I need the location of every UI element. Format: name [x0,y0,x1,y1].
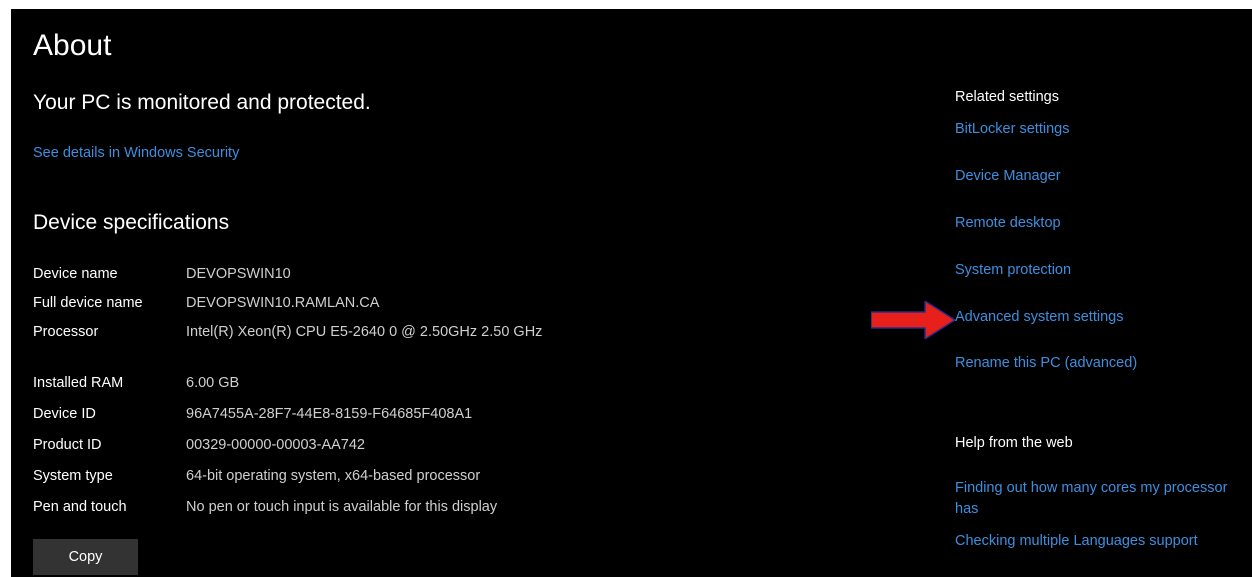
spec-value: 96A7455A-28F7-44E8-8159-F64685F408A1 [186,406,473,422]
spec-value: 64-bit operating system, x64-based proce… [186,468,481,484]
spec-value: No pen or touch input is available for t… [186,499,498,515]
advanced-system-settings-link[interactable]: Advanced system settings [955,307,1245,328]
spec-value: 6.00 GB [186,375,240,391]
spec-value: DEVOPSWIN10 [186,266,291,282]
spec-label: Full device name [33,295,143,311]
cores-help-link[interactable]: Finding out how many cores my processor … [955,478,1245,520]
help-from-web-heading: Help from the web [955,435,1073,451]
related-settings-heading: Related settings [955,89,1059,105]
system-protection-link[interactable]: System protection [955,260,1245,281]
windows-security-link[interactable]: See details in Windows Security [33,145,239,161]
bitlocker-settings-link[interactable]: BitLocker settings [955,119,1245,140]
spec-value: DEVOPSWIN10.RAMLAN.CA [186,295,380,311]
page-title: About [33,29,112,62]
spec-label: System type [33,468,113,484]
remote-desktop-link[interactable]: Remote desktop [955,213,1245,234]
spec-label: Pen and touch [33,499,127,515]
spec-label: Processor [33,324,99,340]
copy-button[interactable]: Copy [33,539,138,575]
device-specifications-title: Device specifications [33,211,230,234]
spec-label: Device ID [33,406,96,422]
device-manager-link[interactable]: Device Manager [955,166,1245,187]
settings-window: About Your PC is monitored and protected… [11,9,1252,577]
spec-value: Intel(R) Xeon(R) CPU E5-2640 0 @ 2.50GHz… [186,324,543,340]
spec-label: Product ID [33,437,102,453]
protection-status: Your PC is monitored and protected. [33,91,371,114]
rename-pc-link[interactable]: Rename this PC (advanced) [955,353,1245,374]
spec-label: Installed RAM [33,375,124,391]
spec-value: 00329-00000-00003-AA742 [186,437,365,453]
spec-label: Device name [33,266,118,282]
languages-help-link[interactable]: Checking multiple Languages support [955,531,1245,552]
red-arrow-right-icon [871,301,955,339]
